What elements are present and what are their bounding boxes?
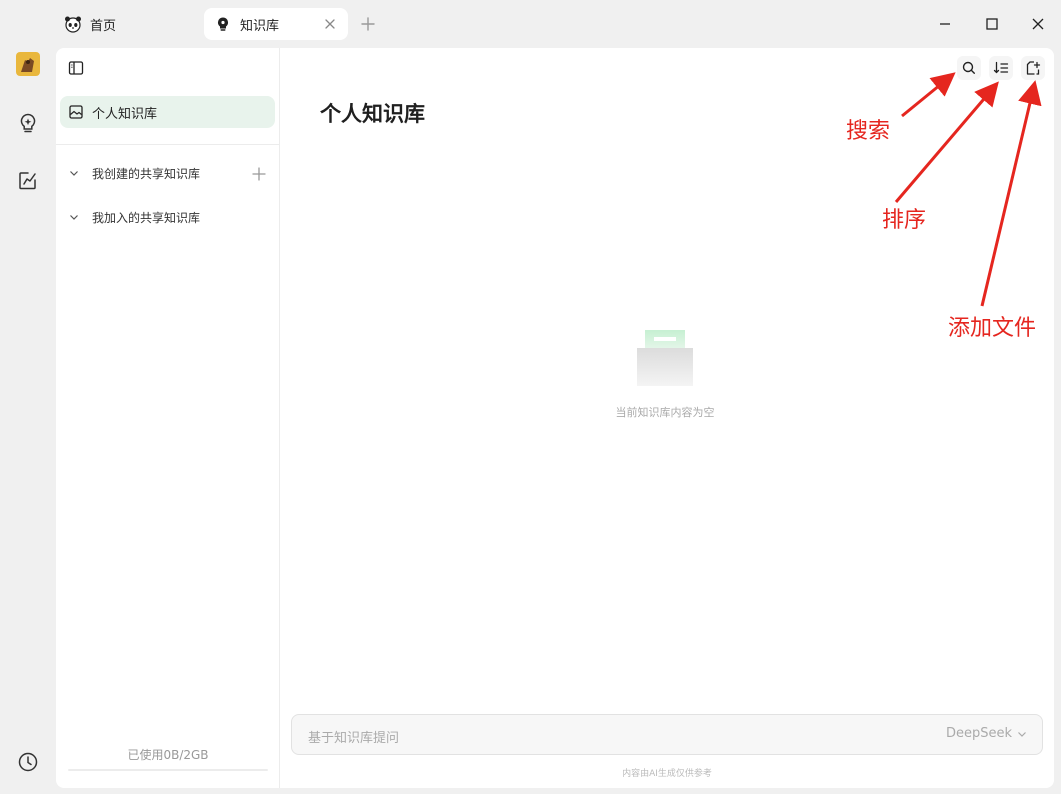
avatar[interactable] xyxy=(16,52,40,76)
search-icon xyxy=(962,61,975,74)
add-shared-kb-plus-icon[interactable] xyxy=(250,165,268,183)
window-close-icon[interactable] xyxy=(1026,12,1050,36)
storage-usage-bar xyxy=(68,769,268,771)
sidebar-group-label: 我创建的共享知识库 xyxy=(92,166,201,181)
storage-usage-text: 已使用0B/2GB xyxy=(127,748,209,762)
annotation-search: 搜索 xyxy=(846,119,891,144)
page-title: 个人知识库 xyxy=(320,102,425,126)
ask-input[interactable]: 基于知识库提问 DeepSeek xyxy=(291,714,1043,755)
annotation-sort: 排序 xyxy=(882,208,927,233)
knowledge-bulb-icon xyxy=(214,15,232,33)
panda-icon xyxy=(64,15,82,33)
divider xyxy=(56,144,280,145)
sidebar-group-label: 我加入的共享知识库 xyxy=(92,210,201,225)
tab-home-label: 首页 xyxy=(90,18,117,34)
tab-home[interactable]: 首页 xyxy=(58,8,122,40)
close-icon[interactable] xyxy=(322,16,338,32)
sidebar-group-joined[interactable]: 我加入的共享知识库 xyxy=(68,205,272,229)
sidebar: 个人知识库 我创建的共享知识库 我加入的共享知识库 已使用0B/2GB xyxy=(56,48,280,788)
maximize-icon[interactable] xyxy=(980,12,1004,36)
ask-input-placeholder: 基于知识库提问 xyxy=(308,731,400,746)
edit-icon[interactable] xyxy=(16,168,40,192)
image-box-icon xyxy=(69,104,85,120)
sort-icon xyxy=(993,61,1009,74)
annotation-add-file: 添加文件 xyxy=(948,316,1037,341)
minimize-icon[interactable] xyxy=(933,12,957,36)
new-tab-plus-icon[interactable] xyxy=(358,14,378,34)
sidebar-item-label: 个人知识库 xyxy=(92,106,158,122)
add-file-icon xyxy=(1026,61,1041,75)
chevron-down-icon xyxy=(68,166,82,180)
chevron-down-icon xyxy=(68,210,82,224)
sidebar-item-personal-kb[interactable]: 个人知识库 xyxy=(60,96,275,128)
title-bar: 首页 知识库 xyxy=(0,0,1061,48)
empty-state-text: 当前知识库内容为空 xyxy=(615,406,715,419)
sort-button[interactable] xyxy=(989,56,1013,80)
lightbulb-icon[interactable] xyxy=(16,111,40,135)
history-clock-icon[interactable] xyxy=(16,750,40,774)
search-button[interactable] xyxy=(957,56,981,80)
tab-knowledge-base-label: 知识库 xyxy=(240,18,280,34)
empty-box-illustration xyxy=(636,328,694,388)
model-select-label: DeepSeek xyxy=(945,726,1012,741)
chevron-down-icon xyxy=(1018,731,1026,737)
model-select[interactable]: DeepSeek xyxy=(946,726,1028,741)
add-file-button[interactable] xyxy=(1021,56,1045,80)
tab-knowledge-base[interactable]: 知识库 xyxy=(204,8,348,40)
content-area: 个人知识库 当前知识库内容为空 基于知识库提问 DeepSeek 内容由AI生成… xyxy=(280,48,1054,788)
sidebar-toggle-icon[interactable] xyxy=(66,58,86,78)
ai-disclaimer: 内容由AI生成仅供参考 xyxy=(622,769,712,779)
main-window: 个人知识库 我创建的共享知识库 我加入的共享知识库 已使用0B/2GB 个人知识… xyxy=(56,48,1054,788)
sidebar-group-created[interactable]: 我创建的共享知识库 xyxy=(68,161,272,185)
